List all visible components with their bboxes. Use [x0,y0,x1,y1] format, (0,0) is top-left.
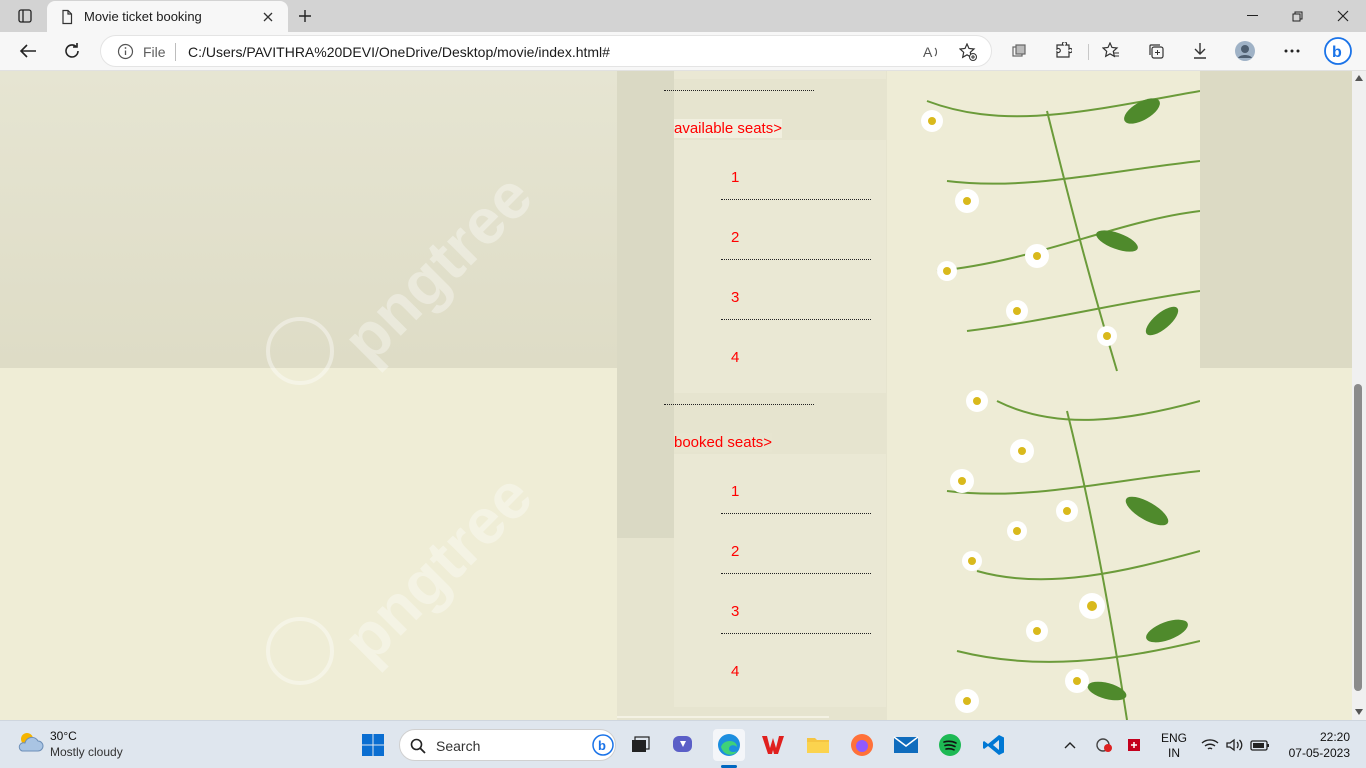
available-seat-3[interactable]: 3 [731,289,739,306]
booked-seat-2[interactable]: 2 [731,543,739,560]
available-seat-2[interactable]: 2 [731,229,739,246]
scroll-up-icon[interactable] [1355,75,1363,81]
downloads-icon[interactable] [1184,36,1216,66]
watermark-logo-icon [266,617,334,685]
svg-text:b: b [598,738,606,753]
available-seats-heading[interactable]: available seats> [674,119,782,138]
booked-seats-heading[interactable]: booked seats> [674,433,772,452]
booked-seat-3[interactable]: 3 [731,603,739,620]
language-indicator[interactable]: ENG [1157,731,1191,745]
weather-temperature[interactable]: 30°C [50,729,77,743]
mail-icon[interactable] [890,729,922,761]
section-divider [664,90,814,91]
file-explorer-icon[interactable] [802,729,834,761]
restore-icon[interactable] [1274,4,1320,28]
flower-background-image [887,71,1200,720]
tab-title: Movie ticket booking [84,9,202,24]
weather-description[interactable]: Mostly cloudy [50,745,123,759]
close-window-icon[interactable] [1320,4,1366,28]
windows-taskbar: 30°C Mostly cloudy Search b ENG IN 22:20… [0,720,1366,768]
more-icon[interactable] [1276,36,1308,66]
toolbar-separator [1088,44,1089,60]
scroll-down-icon[interactable] [1355,709,1363,715]
wifi-icon[interactable] [1199,729,1221,761]
address-bar[interactable]: File C:/Users/PAVITHRA%20DEVI/OneDrive/D… [100,35,992,67]
scrollbar-thumb[interactable] [1354,384,1362,691]
clock-time[interactable]: 22:20 [1280,730,1350,744]
collections-icon[interactable] [1140,36,1172,66]
teams-chat-icon[interactable] [668,729,700,761]
wps-office-icon[interactable] [757,729,789,761]
info-icon[interactable] [117,43,134,63]
svg-text:b: b [1332,44,1342,61]
available-seat-4[interactable]: 4 [731,349,739,366]
vertical-scrollbar[interactable] [1352,71,1366,720]
search-label: Search [436,738,481,754]
back-icon[interactable] [12,36,44,66]
start-icon[interactable] [357,729,389,761]
page-content: pngtree pngtree available seats> 1 2 3 4… [0,71,1366,720]
keyboard-region[interactable]: IN [1157,746,1191,760]
available-seats-list [674,140,886,393]
section-divider [664,404,814,405]
content-column-shade [617,71,674,538]
browser-toolbar: File C:/Users/PAVITHRA%20DEVI/OneDrive/D… [0,32,1366,71]
favorites-icon[interactable] [1095,36,1127,66]
antivirus-tray-icon[interactable] [1092,729,1116,761]
profile-icon[interactable] [1229,36,1261,66]
seat-divider [721,513,871,514]
clock-date[interactable]: 07-05-2023 [1280,746,1350,760]
previous-panel-edge [674,71,886,79]
task-view-icon[interactable] [624,729,656,761]
firefox-icon[interactable] [846,729,878,761]
watermark-logo-icon [266,317,334,385]
new-tab-icon[interactable] [293,5,317,27]
vscode-icon[interactable] [978,729,1010,761]
security-tray-icon[interactable] [1122,729,1146,761]
tab-actions-icon[interactable] [10,5,40,27]
taskbar-search[interactable]: Search b [399,729,616,761]
spotify-icon[interactable] [934,729,966,761]
seat-divider [721,319,871,320]
bing-chat-icon[interactable]: b [1322,36,1354,66]
background-right-tile [1200,71,1366,368]
file-scheme-label: File [143,44,166,60]
svg-text:A: A [923,44,933,60]
minimize-icon[interactable] [1229,4,1275,28]
battery-icon[interactable] [1249,729,1271,761]
seat-divider [721,199,871,200]
browser-tab[interactable]: Movie ticket booking [47,1,288,32]
tab-strip: Movie ticket booking [0,0,1366,32]
search-icon [410,738,426,754]
extensions-icon[interactable] [1047,36,1079,66]
close-tab-icon[interactable] [256,5,280,29]
booked-seat-1[interactable]: 1 [731,483,739,500]
seat-divider [721,573,871,574]
refresh-icon[interactable] [56,36,88,66]
read-aloud-icon[interactable]: A [921,41,943,63]
address-separator [175,43,176,61]
booked-seat-4[interactable]: 4 [731,663,739,680]
volume-icon[interactable] [1224,729,1246,761]
next-panel-edge [617,716,829,718]
edge-icon[interactable] [713,729,745,761]
bing-icon: b [592,734,614,756]
workspaces-icon[interactable] [1003,36,1035,66]
show-hidden-icons-icon[interactable] [1058,729,1082,761]
url-text[interactable]: C:/Users/PAVITHRA%20DEVI/OneDrive/Deskto… [188,44,610,60]
seat-divider [721,633,871,634]
booked-seats-list [674,454,886,707]
add-favorite-icon[interactable] [957,41,979,63]
seat-divider [721,259,871,260]
page-icon [59,9,75,25]
available-seat-1[interactable]: 1 [731,169,739,186]
weather-icon[interactable] [16,729,44,758]
